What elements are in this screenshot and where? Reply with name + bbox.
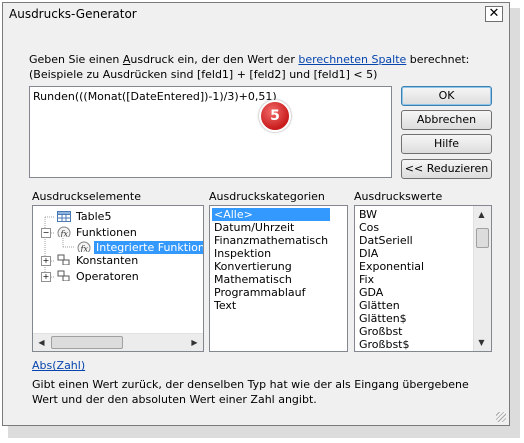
values-list[interactable]: BW Cos DatSeriell DIA Exponential Fix GD…	[354, 205, 492, 352]
cancel-button[interactable]: Abbrechen	[401, 110, 492, 130]
function-syntax-link[interactable]: Abs(Zahl)	[32, 359, 85, 372]
list-item-category[interactable]: Programmablauf	[212, 286, 330, 299]
operators-icon	[57, 270, 70, 281]
tree-label-constants: Konstanten	[76, 254, 139, 267]
svg-text:fx: fx	[60, 230, 69, 238]
list-item-value[interactable]: Glätten	[357, 299, 426, 312]
categories-items: <Alle> Datum/Uhrzeit Finanzmathematisch …	[212, 208, 331, 312]
title-bar: Ausdrucks-Generator ✕	[3, 3, 509, 25]
list-item-category[interactable]: Konvertierung	[212, 260, 330, 273]
values-label: Ausdruckswerte	[354, 190, 443, 203]
tree-collapse-functions[interactable]: −	[41, 228, 51, 238]
tree-label-functions: Funktionen	[76, 226, 137, 239]
elements-hscroll-thumb[interactable]	[51, 336, 123, 349]
list-item-value[interactable]: Großbst	[357, 325, 426, 338]
scroll-left-icon[interactable]: ◀	[34, 335, 49, 350]
function-description: Gibt einen Wert zurück, der denselben Ty…	[32, 378, 469, 406]
elements-hscrollbar[interactable]: ◀ ▶	[33, 333, 203, 351]
list-item-category[interactable]: <Alle>	[212, 208, 331, 221]
scroll-down-icon[interactable]: ▼	[474, 335, 489, 350]
list-item-category[interactable]: Inspektion	[212, 247, 330, 260]
close-icon: ✕	[488, 6, 500, 21]
categories-label: Ausdruckskategorien	[209, 190, 325, 203]
reduce-button[interactable]: << Reduzieren	[401, 159, 492, 179]
tree-label-builtin-functions: Integrierte Funktionen	[94, 241, 203, 254]
function-icon: fx	[77, 241, 91, 252]
list-item-value[interactable]: Glätten$	[357, 312, 426, 325]
table-icon	[57, 211, 71, 222]
svg-text:fx: fx	[80, 245, 89, 253]
elements-label: Ausdruckselemente	[32, 190, 141, 203]
list-item-value[interactable]: Großbst$	[357, 338, 426, 351]
constants-icon	[57, 254, 70, 265]
elements-tree[interactable]: Table5 − fx Funktionen fx Integrierte Fu…	[32, 205, 204, 352]
calculated-column-link[interactable]: berechneten Spalte	[298, 53, 406, 66]
tree-expand-operators[interactable]: +	[41, 272, 51, 282]
tree-label-table5: Table5	[76, 210, 112, 223]
list-item-category[interactable]: Datum/Uhrzeit	[212, 221, 330, 234]
scroll-up-icon[interactable]: ▲	[474, 207, 489, 222]
expression-input[interactable]: Runden(((Monat([DateEntered])-1)/3)+0,51…	[29, 86, 392, 178]
help-button[interactable]: Hilfe	[401, 134, 492, 154]
categories-list[interactable]: <Alle> Datum/Uhrzeit Finanzmathematisch …	[209, 205, 348, 352]
expression-text[interactable]: Runden(((Monat([DateEntered])-1)/3)+0,51…	[33, 90, 277, 103]
values-vscroll-thumb[interactable]	[476, 228, 489, 248]
close-button[interactable]: ✕	[485, 6, 503, 22]
resize-grip-icon[interactable]	[496, 412, 506, 422]
list-item-value[interactable]: DIA	[357, 247, 426, 260]
list-item-value[interactable]: Exponential	[357, 260, 426, 273]
intro-line1-post: berechnet:	[406, 53, 470, 66]
intro-line2: (Beispiele zu Ausdrücken sind [feld1] + …	[29, 68, 378, 81]
intro-line1-pre: Geben Sie einen	[29, 53, 123, 66]
list-item-value[interactable]: DatSeriell	[357, 234, 426, 247]
function-icon: fx	[57, 226, 71, 237]
values-vscrollbar[interactable]: ▲ ▼	[473, 206, 491, 351]
tree-label-operators: Operatoren	[76, 270, 139, 283]
values-items: BW Cos DatSeriell DIA Exponential Fix GD…	[357, 208, 426, 351]
list-item-value[interactable]: GDA	[357, 286, 426, 299]
list-item-category[interactable]: Mathematisch	[212, 273, 330, 286]
intro-line1-mid: usdruck ein, der den Wert der	[130, 53, 299, 66]
intro-text: Geben Sie einen Ausdruck ein, der den We…	[29, 52, 469, 82]
ok-button[interactable]: OK	[401, 86, 492, 106]
scroll-right-icon[interactable]: ▶	[187, 335, 202, 350]
list-item-category[interactable]: Text	[212, 299, 330, 312]
list-item-value[interactable]: BW	[357, 208, 426, 221]
list-item-category[interactable]: Finanzmathematisch	[212, 234, 330, 247]
list-item-value[interactable]: Cos	[357, 221, 426, 234]
tree-expand-constants[interactable]: +	[41, 256, 51, 266]
window-title: Ausdrucks-Generator	[9, 7, 137, 21]
list-item-value[interactable]: Fix	[357, 273, 426, 286]
step-callout-badge: 5	[259, 100, 291, 132]
